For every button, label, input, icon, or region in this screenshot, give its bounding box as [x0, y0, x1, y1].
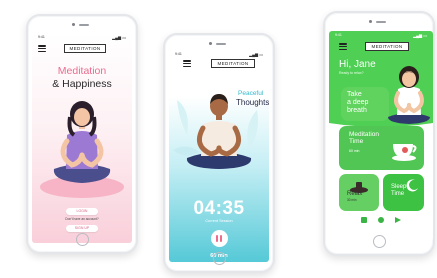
meditation-time-card[interactable]: Meditation Time 60 min	[339, 126, 424, 170]
signal-icon: ▂▄▆ ▭	[413, 33, 427, 38]
greeting: Hi, Jane	[339, 59, 376, 70]
play-icon[interactable]	[395, 217, 401, 223]
deep-breath-text: Take a deep breath	[347, 91, 368, 115]
no-account-text: Don't have an account?	[65, 217, 99, 221]
meditation-tag: MEDITATION	[211, 59, 255, 68]
deep-breath-card[interactable]: Take a deep breath	[341, 87, 389, 121]
status-bar: 9:41 ▂▄▆ ▭	[38, 35, 126, 41]
sleep-time-card[interactable]: Sleep Time	[383, 174, 424, 211]
status-time: 9:41	[335, 33, 342, 37]
login-button[interactable]: LOGIN	[66, 208, 98, 215]
menu-icon[interactable]	[38, 45, 46, 53]
meditating-man-illustration	[186, 94, 252, 169]
deep-breath-line-2: a deep	[347, 99, 369, 106]
current-session-label: Current Session	[205, 219, 233, 223]
relax-title: Relax	[347, 191, 363, 197]
signal-icon: ▂▄▆ ▭	[249, 52, 263, 57]
status-time: 9:41	[175, 52, 182, 56]
phone-3-screen: 9:41 ▂▄▆ ▭ MEDITATION Hi, Jane Ready to …	[329, 31, 433, 241]
phone-mockup-1: 9:41 ▂▄▆ ▭ MEDITATION Meditation & Happi…	[26, 14, 138, 254]
pause-icon-bar-right	[220, 235, 222, 242]
signup-button[interactable]: SIGN UP	[66, 225, 98, 232]
phone-1-screen: 9:41 ▂▄▆ ▭ MEDITATION Meditation & Happi…	[32, 33, 132, 243]
record-circle-icon[interactable]	[378, 217, 384, 223]
meditation-tag: MEDITATION	[64, 44, 106, 53]
meditating-woman-illustration	[388, 66, 430, 124]
meditation-time-text: Meditation Time	[349, 131, 379, 145]
status-bar: 9:41 ▂▄▆ ▭	[175, 52, 263, 58]
menu-icon[interactable]	[183, 60, 191, 68]
phone-mockup-3: 9:41 ▂▄▆ ▭ MEDITATION Hi, Jane Ready to …	[323, 11, 435, 256]
meditating-woman-illustration	[40, 101, 124, 198]
camera-dot	[369, 20, 372, 23]
speaker-grille	[216, 43, 226, 45]
home-button[interactable]	[212, 252, 226, 265]
phone-mockup-2: 9:41 ▂▄▆ ▭ MEDITATION Peaceful Thoughts …	[163, 33, 275, 273]
camera-dot	[209, 42, 212, 45]
sleep-time-line-2: Time	[391, 191, 405, 197]
signal-icon: ▂▄▆ ▭	[112, 35, 126, 40]
deep-breath-line-1: Take	[347, 91, 362, 98]
title-happiness: & Happiness	[52, 78, 112, 90]
timer-display: 04:35	[193, 198, 245, 219]
pause-icon-bar-left	[216, 235, 218, 242]
sleep-time-line-1: Sleep	[391, 184, 407, 190]
speaker-grille	[79, 24, 89, 26]
home-button[interactable]	[372, 235, 386, 248]
speaker-grille	[376, 21, 386, 23]
meditation-time-line-1: Meditation	[349, 131, 379, 138]
phone-2-screen: 9:41 ▂▄▆ ▭ MEDITATION Peaceful Thoughts …	[169, 50, 269, 262]
deep-breath-line-3: breath	[347, 107, 367, 114]
moon-illustration	[406, 179, 418, 192]
menu-icon[interactable]	[339, 43, 347, 51]
home-button[interactable]	[75, 233, 89, 246]
meditation-duration: 60 min	[349, 149, 360, 153]
relax-card[interactable]: Relax 30 min	[339, 174, 379, 211]
status-bar: 9:41 ▂▄▆ ▭	[335, 33, 427, 39]
camera-dot	[72, 23, 75, 26]
tea-cup-illustration	[392, 144, 417, 161]
status-time: 9:41	[38, 35, 45, 39]
sleep-time-text: Sleep Time	[391, 184, 406, 198]
pause-button[interactable]	[210, 230, 228, 247]
title-meditation: Meditation	[57, 65, 107, 77]
ready-text: Ready to relax?	[339, 71, 364, 75]
bottom-nav	[329, 216, 433, 226]
relax-duration: 30 min	[347, 198, 357, 202]
home-square-icon[interactable]	[361, 217, 367, 223]
meditation-time-line-2: Time	[349, 138, 364, 145]
meditation-tag: MEDITATION	[365, 42, 409, 51]
